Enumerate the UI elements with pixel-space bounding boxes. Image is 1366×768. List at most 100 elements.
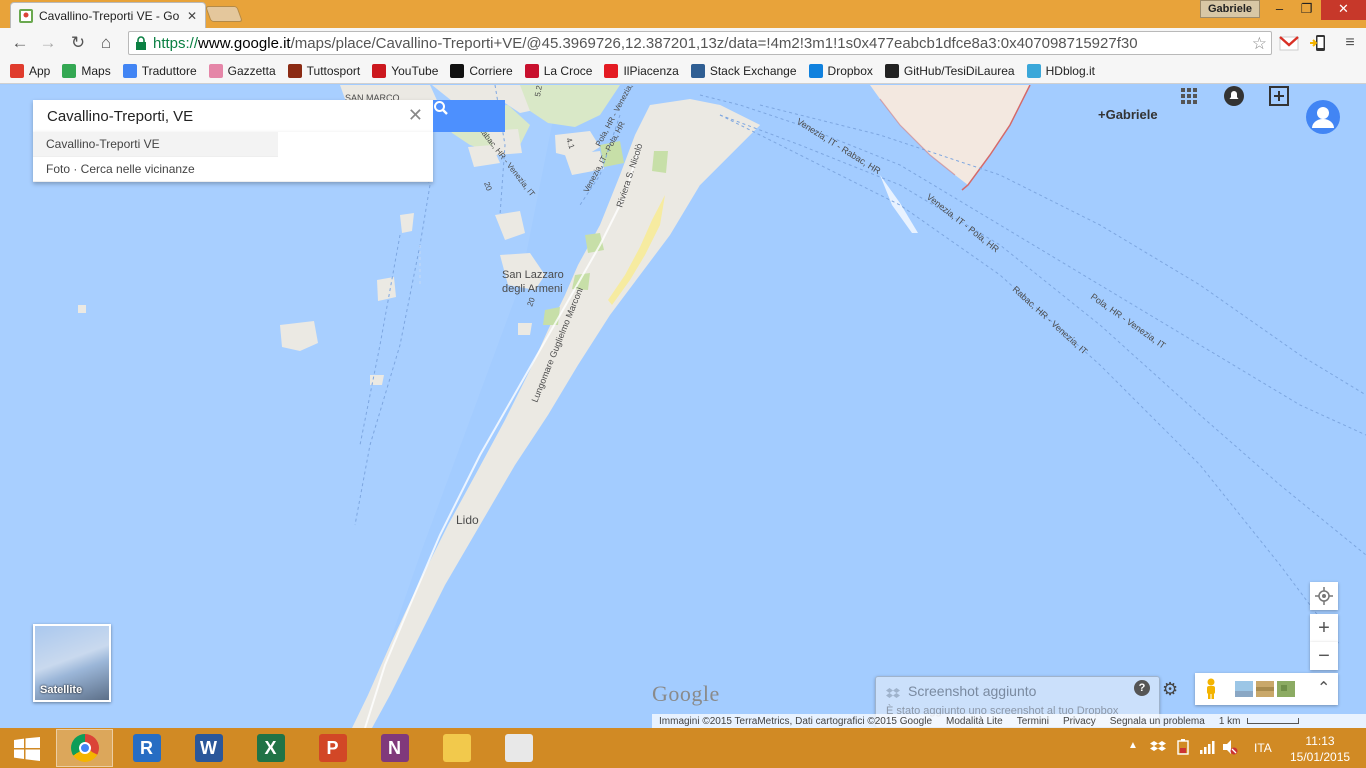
bookmark-dropbox[interactable]: Dropbox — [808, 63, 873, 78]
input-language[interactable]: ITA — [1254, 741, 1272, 755]
bookmark-label: Tuttosport — [306, 63, 361, 78]
help-icon[interactable]: ? — [1134, 680, 1150, 696]
suggestion-item[interactable]: Cavallino-Treporti VE — [33, 132, 278, 157]
chrome-menu-icon[interactable]: ≡ — [1338, 32, 1362, 54]
battery-icon[interactable] — [1175, 739, 1191, 755]
phone-extension-icon[interactable] — [1309, 33, 1329, 53]
search-button[interactable] — [433, 100, 505, 132]
minimize-button[interactable]: – — [1266, 0, 1293, 20]
url-scheme: https:// — [153, 34, 199, 52]
bookmark-gazzetta[interactable]: Gazzetta — [208, 63, 276, 78]
my-location-button[interactable] — [1310, 582, 1338, 610]
account-name-link[interactable]: +Gabriele — [1098, 107, 1158, 122]
browser-toolbar: ← → ↻ ⌂ https://www.google.it/maps/place… — [0, 28, 1366, 58]
search-clear-icon[interactable]: ✕ — [408, 105, 423, 126]
maps-search-box[interactable]: ✕ — [33, 100, 433, 132]
bookmark-maps[interactable]: Maps — [62, 63, 111, 78]
taskbar-onenote-button[interactable]: N — [366, 729, 423, 767]
bookmark-label: Dropbox — [827, 63, 873, 78]
dropbox-icon — [886, 688, 900, 698]
tuttosport-icon — [287, 63, 302, 78]
lacroce-icon — [524, 63, 539, 78]
label-degli-armeni: degli Armeni — [502, 283, 563, 295]
bookmark-hdblog-it[interactable]: HDblog.it — [1026, 63, 1095, 78]
bookmark-youtube[interactable]: YouTube — [372, 63, 439, 78]
translate-icon — [122, 63, 137, 78]
bookmark-label: HDblog.it — [1045, 63, 1095, 78]
bookmark-label: Gazzetta — [227, 63, 276, 78]
suggestion-item[interactable]: Foto · Cerca nelle vicinanze — [33, 157, 433, 182]
bookmark-ilpiacenza[interactable]: IlPiacenza — [604, 63, 679, 78]
taskbar-excel-button[interactable]: X — [242, 729, 299, 767]
snipping-icon — [504, 734, 533, 762]
browser-tab-active[interactable]: Cavallino-Treporti VE - Go ✕ — [10, 2, 206, 28]
my-location-icon — [1315, 587, 1333, 605]
taskbar-explorer-button[interactable] — [428, 729, 485, 767]
bookmark-star-icon[interactable]: ☆ — [1252, 34, 1267, 54]
scale-label[interactable]: 1 km — [1219, 716, 1241, 727]
maximize-button[interactable]: ❐ — [1293, 0, 1320, 20]
bookmark-label: Maps — [81, 63, 111, 78]
profile-chip[interactable]: Gabriele — [1200, 0, 1260, 18]
github-icon — [884, 63, 899, 78]
tab-close-icon[interactable]: ✕ — [187, 9, 197, 23]
apps-grid-icon[interactable] — [1178, 85, 1200, 107]
volume-muted-icon[interactable] — [1222, 739, 1238, 755]
expand-imagery-icon[interactable]: ⌃ — [1317, 678, 1330, 698]
avatar[interactable] — [1306, 100, 1340, 134]
reload-icon[interactable]: ↻ — [66, 32, 90, 54]
home-icon[interactable]: ⌂ — [94, 32, 118, 54]
dropbox-icon — [808, 63, 823, 78]
label-san-lazzaro: San Lazzaro — [502, 269, 564, 281]
google-logo: Google — [652, 681, 720, 706]
share-add-icon[interactable] — [1268, 85, 1290, 107]
zoom-in-button[interactable]: + — [1310, 614, 1338, 642]
settings-gear-icon[interactable]: ⚙ — [1162, 679, 1178, 700]
windows-start-icon[interactable] — [14, 737, 40, 761]
maps-search-input[interactable] — [47, 107, 397, 125]
close-window-button[interactable]: ✕ — [1321, 0, 1366, 20]
bookmark-traduttore[interactable]: Traduttore — [122, 63, 197, 78]
taskbar-word-button[interactable]: W — [180, 729, 237, 767]
gmail-icon[interactable] — [1279, 33, 1299, 53]
bookmark-tuttosport[interactable]: Tuttosport — [287, 63, 361, 78]
bookmark-app[interactable]: App — [10, 63, 50, 78]
bookmark-github-tesidilaurea[interactable]: GitHub/TesiDiLaurea — [884, 63, 1015, 78]
pegman-icon[interactable] — [1203, 678, 1219, 700]
forward-arrow-icon[interactable]: → — [36, 32, 60, 54]
imagery-thumbnails[interactable] — [1235, 681, 1295, 697]
system-clock[interactable]: 11:13 15/01/2015 — [1290, 733, 1350, 765]
bookmark-label: IlPiacenza — [623, 63, 679, 78]
notifications-icon[interactable] — [1223, 85, 1245, 107]
network-signal-icon[interactable] — [1199, 739, 1215, 755]
bookmark-label: Stack Exchange — [709, 63, 797, 78]
maps-favicon-icon — [19, 8, 33, 23]
privacy-link[interactable]: Privacy — [1063, 716, 1096, 727]
new-tab-button[interactable] — [205, 6, 243, 22]
satellite-toggle[interactable]: Satellite — [33, 624, 111, 702]
bookmark-la-croce[interactable]: La Croce — [524, 63, 592, 78]
terms-link[interactable]: Termini — [1017, 716, 1049, 727]
bookmark-label: YouTube — [391, 63, 439, 78]
tray-expand-icon[interactable]: ▲ — [1128, 740, 1138, 751]
apps-grid-icon — [10, 63, 24, 78]
dropbox-tray-icon[interactable] — [1150, 739, 1166, 755]
map-canvas[interactable]: SAN MARCO San Lazzaro degli Armeni Lido … — [0, 85, 1366, 728]
bookmark-stack-exchange[interactable]: Stack Exchange — [690, 63, 797, 78]
address-bar[interactable]: https://www.google.it/maps/place/Cavalli… — [128, 31, 1272, 55]
excel-icon: X — [256, 734, 285, 762]
taskbar-powerpoint-button[interactable]: P — [304, 729, 361, 767]
word-icon: W — [194, 734, 223, 762]
r-icon: R — [132, 734, 161, 762]
taskbar-r-button[interactable]: R — [118, 729, 175, 767]
report-problem-link[interactable]: Segnala un problema — [1110, 716, 1205, 727]
bookmark-corriere[interactable]: Corriere — [450, 63, 513, 78]
zoom-out-button[interactable]: − — [1310, 642, 1338, 670]
back-arrow-icon[interactable]: ← — [8, 32, 32, 54]
youtube-icon — [372, 63, 387, 78]
taskbar-chrome-button[interactable] — [56, 729, 113, 767]
explorer-icon — [442, 734, 471, 762]
maps-icon — [62, 63, 77, 78]
lite-mode-link[interactable]: Modalità Lite — [946, 716, 1003, 727]
taskbar-snipping-button[interactable] — [490, 729, 547, 767]
